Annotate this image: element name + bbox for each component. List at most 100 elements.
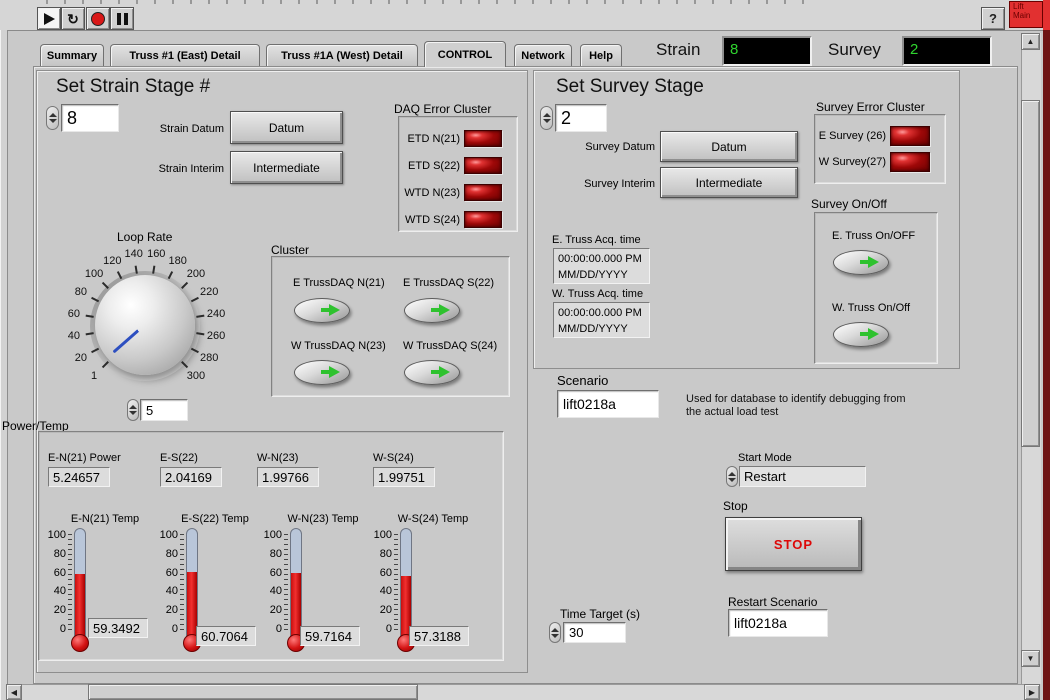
power-en21-value: 5.24657 bbox=[48, 467, 110, 487]
e-trussdaq-n21-label: E TrussDAQ N(21) bbox=[293, 277, 385, 289]
tab-help[interactable]: Help bbox=[580, 44, 622, 66]
help-button[interactable]: ? bbox=[981, 7, 1005, 30]
daq-led-label-wtd-n23: WTD N(23) bbox=[402, 187, 460, 199]
thermometer-wn23: 100806040200 bbox=[258, 528, 306, 660]
knob-scale-label: 100 bbox=[85, 268, 103, 280]
pause-button[interactable] bbox=[110, 7, 134, 30]
survey-stage-label: Survey bbox=[828, 40, 881, 60]
knob-scale-label: 40 bbox=[68, 330, 80, 342]
lift-main-badge: Lift Main bbox=[1009, 1, 1043, 28]
start-mode-label: Start Mode bbox=[738, 452, 792, 464]
survey-stage-spinner[interactable] bbox=[540, 106, 553, 130]
survey-interim-button[interactable]: Intermediate bbox=[660, 167, 798, 198]
scenario-input[interactable]: lift0218a bbox=[557, 390, 659, 418]
e-trussdaq-s22-button[interactable] bbox=[404, 298, 460, 323]
tab-network[interactable]: Network bbox=[514, 44, 572, 66]
w-trussdaq-s24-button[interactable] bbox=[404, 360, 460, 385]
w-truss-acq-label: W. Truss Acq. time bbox=[552, 288, 643, 300]
run-continuous-button[interactable]: ↻ bbox=[61, 7, 85, 30]
scenario-label: Scenario bbox=[557, 373, 608, 388]
strain-stage-spinner[interactable] bbox=[46, 106, 59, 130]
strain-panel-title: Set Strain Stage # bbox=[56, 76, 210, 98]
scroll-left-button[interactable]: ◀ bbox=[6, 684, 22, 700]
knob-scale-label: 200 bbox=[187, 268, 205, 280]
tab-summary[interactable]: Summary bbox=[40, 44, 104, 66]
e-trussdaq-n21-button[interactable] bbox=[294, 298, 350, 323]
knob-scale-label: 160 bbox=[147, 248, 165, 260]
strain-interim-label: Strain Interim bbox=[132, 163, 224, 175]
time-target-spinner[interactable] bbox=[549, 622, 561, 643]
abort-button[interactable] bbox=[86, 7, 110, 30]
cluster-title: Cluster bbox=[271, 243, 309, 257]
toolbar: ↻ ? bbox=[0, 0, 1050, 31]
knob-scale-label: 60 bbox=[68, 308, 80, 320]
strain-interim-button[interactable]: Intermediate bbox=[230, 151, 343, 184]
scenario-note-line2: the actual load test bbox=[686, 406, 778, 418]
time-target-input[interactable]: 30 bbox=[563, 622, 626, 643]
knob-scale-label: 1 bbox=[91, 370, 97, 382]
horizontal-scroll-thumb[interactable] bbox=[88, 684, 418, 700]
e-truss-onoff-button[interactable] bbox=[833, 250, 889, 275]
e-truss-acq-display: 00:00:00.000 PMMM/DD/YYYY bbox=[553, 248, 650, 284]
w-truss-acq-display: 00:00:00.000 PMMM/DD/YYYY bbox=[553, 302, 650, 338]
w-trussdaq-n23-button[interactable] bbox=[294, 360, 350, 385]
restart-scenario-input[interactable]: lift0218a bbox=[728, 609, 828, 637]
daq-led-label-wtd-s24: WTD S(24) bbox=[402, 214, 460, 226]
survey-error-cluster-title: Survey Error Cluster bbox=[816, 100, 925, 114]
led-etd-n21 bbox=[464, 130, 502, 147]
knob-scale-label: 300 bbox=[187, 370, 205, 382]
loop-rate-spinner[interactable] bbox=[127, 399, 139, 421]
e-truss-onoff-label: E. Truss On/OFF bbox=[832, 230, 915, 242]
stop-button[interactable]: STOP bbox=[725, 517, 862, 571]
start-mode-spinner[interactable] bbox=[726, 466, 738, 487]
temp-ws24-value: 57.3188 bbox=[409, 626, 469, 646]
survey-error-cluster bbox=[814, 114, 946, 184]
strain-datum-label: Strain Datum bbox=[132, 123, 224, 135]
power-wn23-value: 1.99766 bbox=[257, 467, 319, 487]
thermometer-scale: 100806040200 bbox=[368, 530, 392, 634]
strain-stage-label: Strain bbox=[656, 40, 700, 60]
tab-truss1a-west[interactable]: Truss #1A (West) Detail bbox=[266, 44, 418, 66]
strain-stage-input[interactable]: 8 bbox=[61, 104, 119, 132]
temp-es22-value: 60.7064 bbox=[196, 626, 256, 646]
scroll-right-button[interactable]: ▶ bbox=[1024, 684, 1040, 700]
time-target-label: Time Target (s) bbox=[560, 607, 640, 621]
temp-es22-label: E-S(22) Temp bbox=[170, 513, 260, 525]
e-trussdaq-s22-label: E TrussDAQ S(22) bbox=[403, 277, 494, 289]
tab-control[interactable]: CONTROL bbox=[424, 41, 506, 67]
survey-datum-button[interactable]: Datum bbox=[660, 131, 798, 162]
start-mode-select[interactable]: Restart bbox=[739, 466, 866, 487]
strain-datum-button[interactable]: Datum bbox=[230, 111, 343, 144]
survey-stage-input[interactable]: 2 bbox=[555, 104, 607, 132]
badge-line1: Lift bbox=[1013, 2, 1024, 11]
scroll-up-button[interactable]: ▲ bbox=[1021, 33, 1040, 50]
loop-rate-knob[interactable]: 1204060801001201401601802002202402602803… bbox=[60, 240, 230, 390]
front-panel: ↻ ? Lift Main Summary Truss #1 (East) De… bbox=[0, 0, 1050, 700]
knob-scale-label: 180 bbox=[168, 255, 186, 267]
help-icon: ? bbox=[989, 11, 997, 26]
led-e-survey-26 bbox=[890, 126, 930, 146]
w-truss-onoff-label: W. Truss On/Off bbox=[832, 302, 910, 314]
thermometer-scale: 100806040200 bbox=[258, 530, 282, 634]
knob-scale-label: 20 bbox=[75, 352, 87, 364]
survey-interim-label: Survey Interim bbox=[558, 178, 655, 190]
w-truss-onoff-button[interactable] bbox=[833, 322, 889, 347]
menu-edge-decoration bbox=[30, 0, 820, 4]
stop-label: Stop bbox=[723, 499, 748, 513]
abort-icon bbox=[91, 12, 105, 26]
scroll-down-button[interactable]: ▼ bbox=[1021, 650, 1040, 667]
w-trussdaq-s24-label: W TrussDAQ S(24) bbox=[403, 340, 497, 352]
daq-error-cluster-title: DAQ Error Cluster bbox=[394, 102, 491, 116]
power-wn23-label: W-N(23) bbox=[257, 452, 298, 464]
temp-wn23-label: W-N(23) Temp bbox=[278, 513, 368, 525]
left-arrow-icon: ◀ bbox=[11, 688, 17, 697]
tab-truss1-east[interactable]: Truss #1 (East) Detail bbox=[110, 44, 260, 66]
window-edge-left bbox=[0, 30, 8, 700]
knob-scale-label: 280 bbox=[200, 352, 218, 364]
loop-rate-input[interactable]: 5 bbox=[140, 399, 188, 421]
knob-scale-label: 240 bbox=[207, 308, 225, 320]
run-icon bbox=[44, 13, 55, 25]
run-button[interactable] bbox=[37, 7, 61, 30]
e-survey-26-label: E Survey (26) bbox=[818, 130, 886, 142]
vertical-scroll-thumb[interactable] bbox=[1021, 100, 1040, 447]
